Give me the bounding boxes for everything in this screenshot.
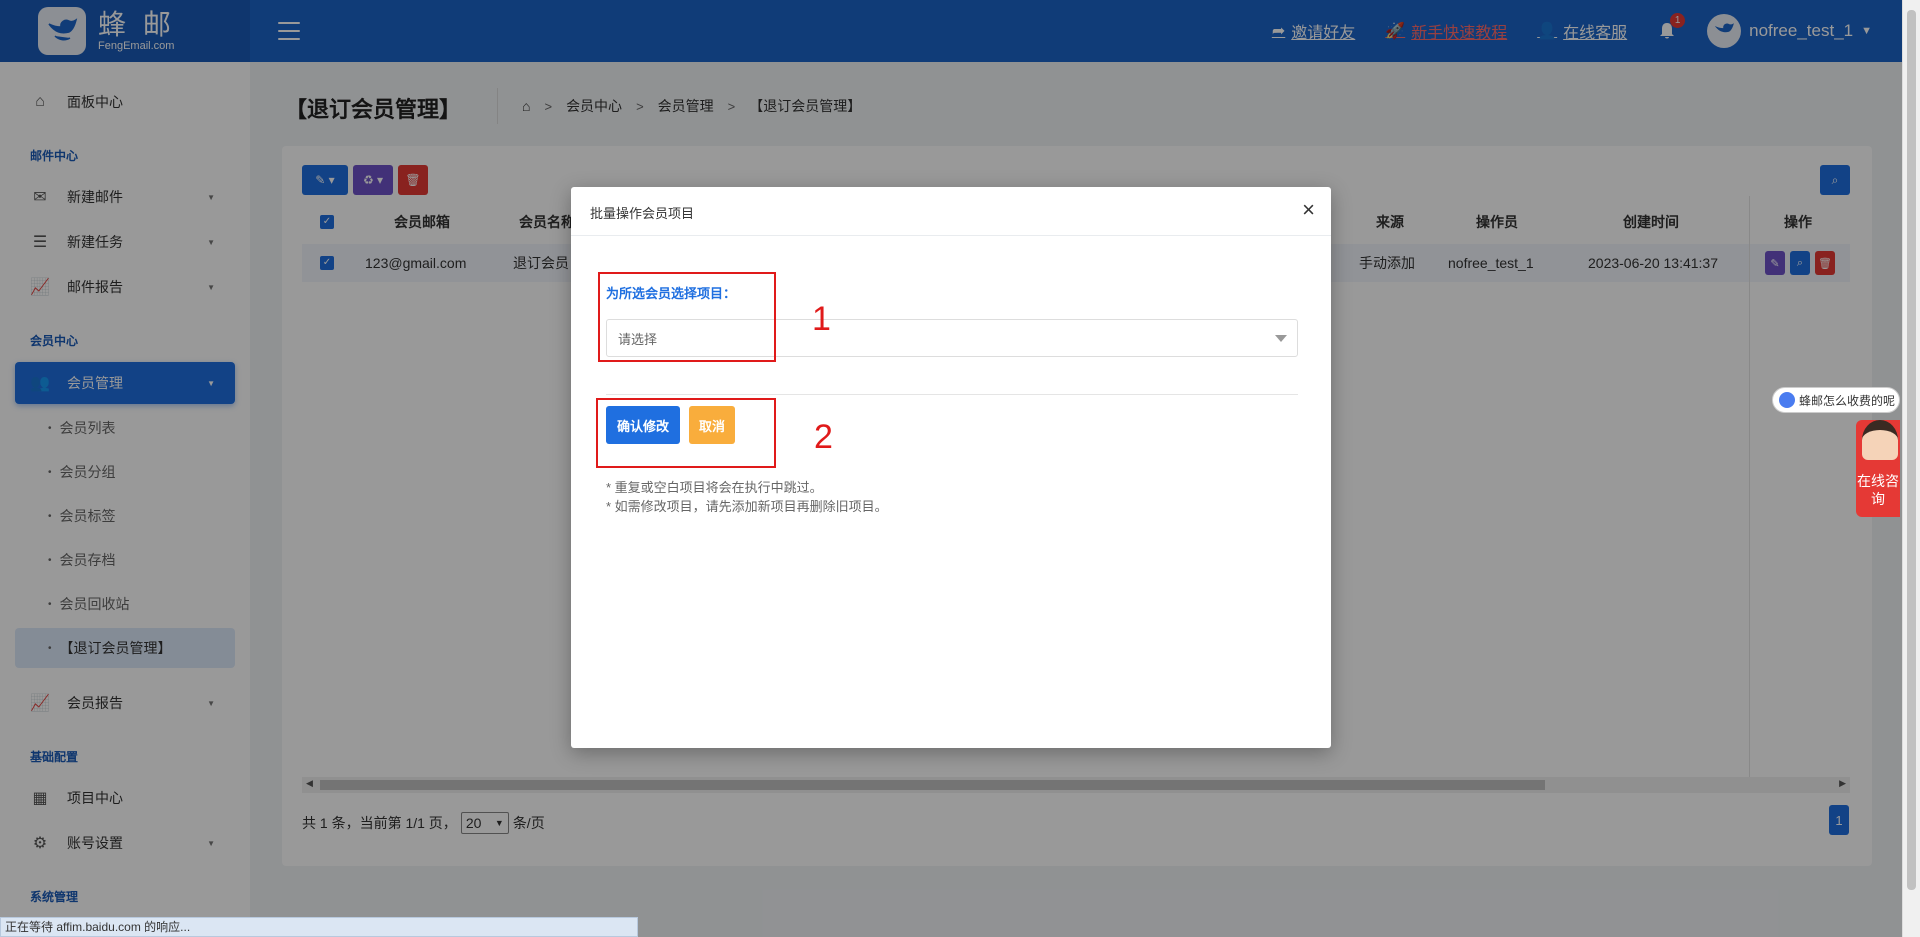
annotation-box-2 — [596, 398, 776, 468]
hint-text: * 重复或空白项目将会在执行中跳过。 — [606, 480, 823, 495]
modal-title: 批量操作会员项目 — [590, 206, 695, 221]
divider — [571, 235, 1331, 236]
browser-status-bar: 正在等待 affim.baidu.com 的响应... — [0, 917, 638, 937]
vertical-scrollbar[interactable] — [1902, 0, 1920, 937]
close-icon[interactable]: × — [1302, 197, 1315, 223]
agent-avatar-icon — [1862, 420, 1898, 460]
annotation-box-1 — [598, 272, 776, 362]
dropdown-arrow-icon — [1275, 335, 1287, 342]
divider — [606, 394, 1298, 395]
hint-text: * 如需修改项目，请先添加新项目再删除旧项目。 — [606, 499, 888, 514]
annotation-number-2: 2 — [814, 418, 833, 456]
scrollbar-thumb[interactable] — [1907, 10, 1916, 890]
chat-icon — [1779, 392, 1795, 408]
chat-prompt-bubble[interactable]: 蜂邮怎么收费的呢 — [1772, 387, 1900, 413]
annotation-number-1: 1 — [812, 300, 831, 338]
